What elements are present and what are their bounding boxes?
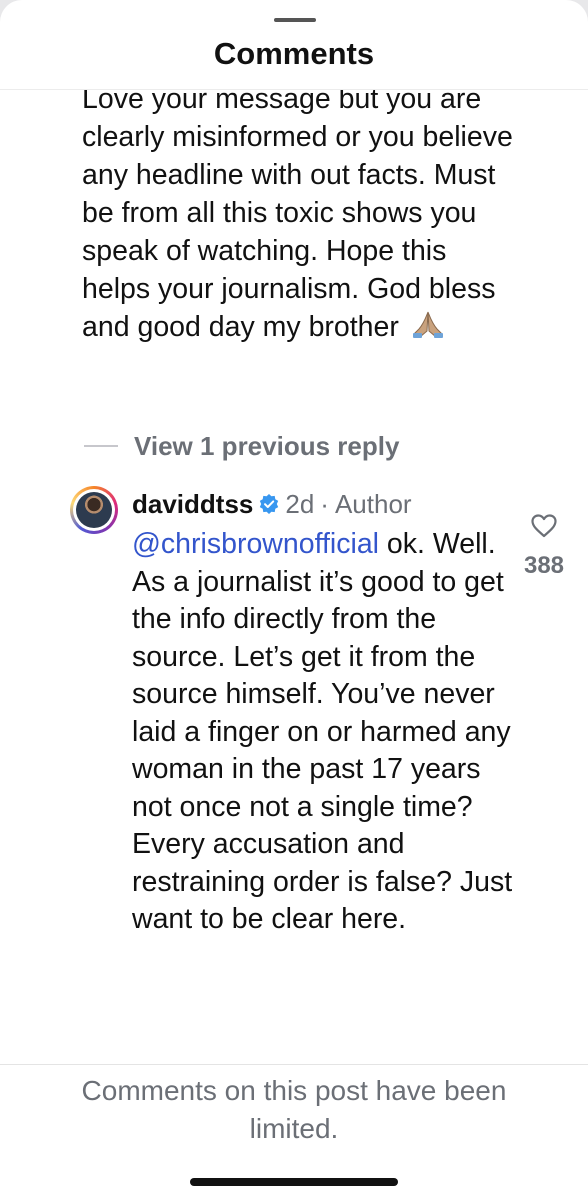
comments-limited-notice: Comments on this post have been limited. [81,1075,507,1144]
thread-line [84,445,118,447]
like-control: 388 [512,514,576,580]
heart-icon[interactable] [531,514,557,538]
author-label: Author [334,489,412,519]
verified-badge-icon [260,494,279,514]
view-previous-replies-button[interactable]: View 1 previous reply [84,426,399,466]
previous-comment: Love your message but you are clearly mi… [82,90,522,346]
avatar[interactable] [70,486,118,534]
reply-timestamp: 2d [285,489,315,519]
reply-text: @chrisbrownofficial ok. Well. As a journ… [132,526,516,939]
username-link[interactable]: daviddtss [132,486,253,522]
folded-hands-emoji-icon [412,311,443,338]
reply-meta: daviddtss 2d · Author [132,486,412,522]
view-previous-replies-label: View 1 previous reply [134,430,400,461]
reply-body-text: ok. Well. As a journalist it’s good to g… [132,528,513,935]
avatar-photo [76,492,112,528]
mention-link[interactable]: @chrisbrownofficial [132,528,379,560]
home-indicator[interactable] [190,1178,398,1186]
footer-divider [0,1064,588,1065]
sheet-title: Comments [213,36,375,71]
previous-comment-clip: Love your message but you are clearly mi… [0,90,588,390]
previous-comment-text: Love your message but you are clearly mi… [82,90,513,343]
like-count: 388 [523,552,565,579]
sheet-grabber-handle[interactable] [274,18,316,22]
meta-separator: · [320,489,329,519]
comments-sheet: Comments Love your message but you are c… [0,0,588,1200]
